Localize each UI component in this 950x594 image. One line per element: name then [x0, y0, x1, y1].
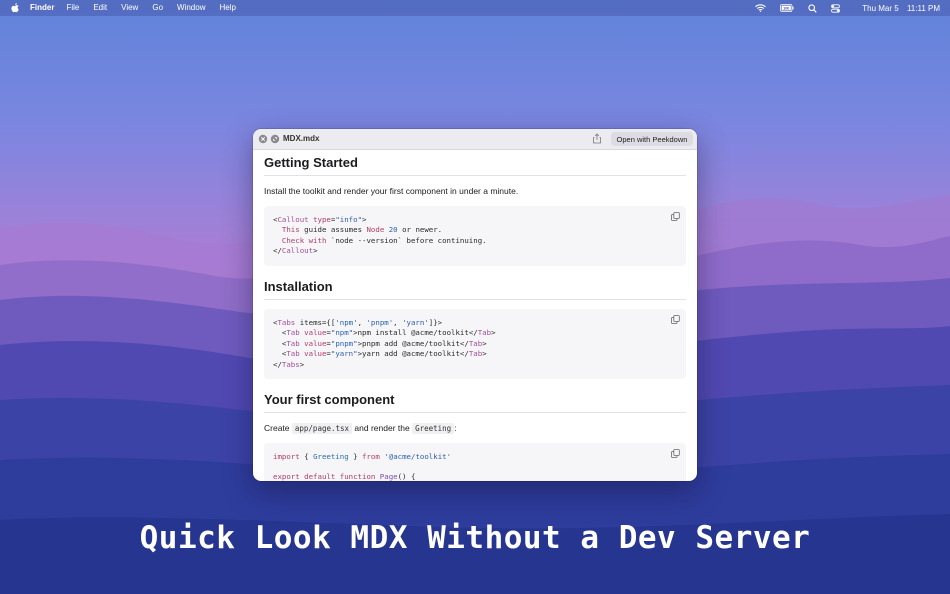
code-line: Check with `node --version` before conti…	[281, 235, 487, 245]
copy-icon[interactable]	[671, 449, 680, 458]
code-block-tabs: <Tabs items={['npm', 'pnpm', 'yarn']}> <…	[264, 309, 686, 379]
menu-go[interactable]: Go	[152, 3, 163, 12]
inline-code-filename: app/page.tsx	[291, 423, 353, 434]
menu-bar: Finder File Edit View Go Window Help 100	[0, 0, 950, 16]
menu-help[interactable]: Help	[219, 3, 235, 12]
menu-clock[interactable]: Thu Mar 5 11:11 PM	[856, 4, 940, 13]
code-line: <Tabs items={['npm', 'pnpm', 'yarn']}>	[273, 318, 443, 327]
menu-window[interactable]: Window	[177, 3, 205, 12]
open-with-peekdown-button[interactable]: Open with Peekdown	[611, 132, 693, 146]
battery-icon[interactable]: 100	[780, 4, 794, 12]
clock-date: Thu Mar 5	[862, 3, 899, 13]
heading-getting-started: Getting Started	[264, 155, 686, 176]
quick-look-window: MDX.mdx Open with Peekdown Getting Start…	[253, 129, 697, 481]
menu-edit[interactable]: Edit	[93, 3, 107, 12]
control-center-icon[interactable]	[831, 3, 841, 13]
fullscreen-icon[interactable]	[270, 134, 280, 144]
window-titlebar: MDX.mdx Open with Peekdown	[253, 129, 697, 150]
code-line: <Tab value="pnpm">pnpm add @acme/toolkit…	[273, 338, 487, 348]
wifi-icon[interactable]	[755, 4, 767, 12]
code-line: This guide assumes Node 20 or newer.	[281, 225, 443, 235]
search-icon[interactable]	[808, 3, 817, 13]
intro-paragraph: Install the toolkit and render your firs…	[264, 186, 519, 196]
window-title: MDX.mdx	[283, 134, 320, 143]
code-line: import { Greeting } from '@acme/toolkit'	[273, 452, 452, 461]
code-line: export default function Page() {	[273, 472, 416, 481]
copy-icon[interactable]	[671, 315, 680, 324]
marketing-headline: Quick Look MDX Without a Dev Server	[139, 520, 811, 556]
apple-menu-icon[interactable]	[10, 3, 20, 13]
menu-view[interactable]: View	[121, 3, 138, 12]
code-line: </Callout>	[273, 246, 318, 256]
code-block-callout: <Callout type="info"> This guide assumes…	[264, 206, 686, 266]
heading-installation: Installation	[264, 279, 686, 300]
copy-icon[interactable]	[671, 212, 680, 221]
heading-your-first-component: Your first component	[264, 392, 686, 413]
share-icon[interactable]	[592, 133, 602, 144]
code-line: <Tab value="npm">npm install @acme/toolk…	[273, 328, 496, 338]
battery-level: 100	[783, 7, 789, 11]
code-line: </Tabs>	[273, 359, 305, 369]
create-paragraph: Create app/page.tsx and render the Greet…	[264, 423, 457, 434]
mdx-preview: Getting Started Install the toolkit and …	[264, 150, 686, 481]
code-line: <Tab value="yarn">yarn add @acme/toolkit…	[273, 349, 487, 359]
code-block-page: import { Greeting } from '@acme/toolkit'…	[264, 443, 686, 481]
clock-time: 11:11 PM	[906, 3, 940, 13]
close-icon[interactable]	[258, 134, 268, 144]
code-line: <Callout type="info">	[273, 215, 367, 224]
inline-code-component: Greeting	[412, 423, 455, 434]
menu-file[interactable]: File	[66, 3, 79, 12]
menu-app-name[interactable]: Finder	[30, 3, 54, 12]
